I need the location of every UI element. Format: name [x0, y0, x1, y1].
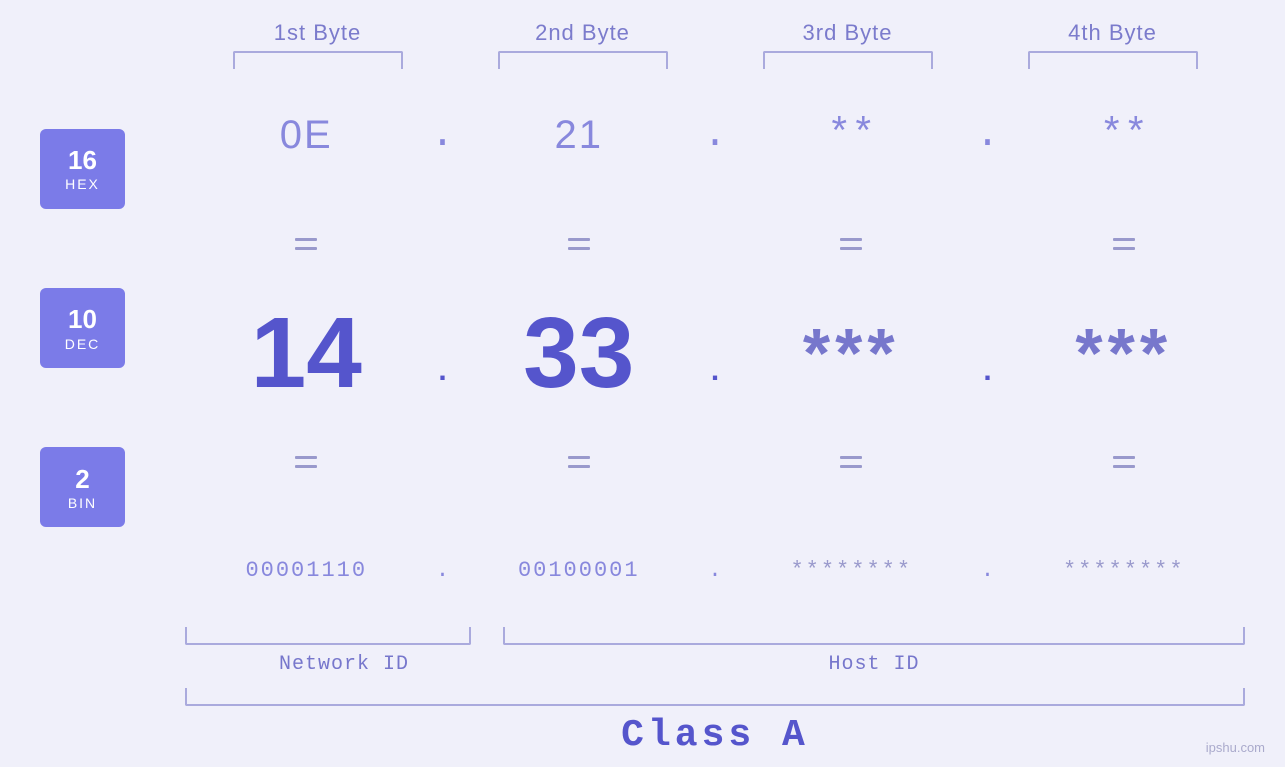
hex-b1-value: 0E: [280, 113, 333, 158]
bin-label: BIN: [68, 495, 97, 511]
network-id-label: Network ID: [185, 653, 503, 676]
hex-dot1: .: [428, 113, 458, 158]
dec-badge: 10 DEC: [40, 288, 125, 368]
hex-dot3: .: [973, 113, 1003, 158]
bottom-brackets: [185, 627, 1245, 645]
eq-sign-5: [295, 453, 317, 471]
bin-dot2: .: [700, 558, 730, 583]
bin-b3-cell: ********: [730, 558, 973, 583]
eq-sign-1: [295, 235, 317, 253]
eq-sign-7: [840, 453, 862, 471]
eq2-b1: [185, 453, 428, 471]
bin-b2-value: 00100001: [518, 558, 640, 583]
dec-b3-value: ***: [803, 313, 900, 393]
eq-sign-6: [568, 453, 590, 471]
byte1-header: 1st Byte: [185, 20, 450, 46]
dec-data-row: 14 . 33 . *** . ***: [185, 296, 1245, 410]
dec-b4-value: ***: [1075, 313, 1172, 393]
dec-b1-value: 14: [251, 303, 362, 403]
eq1-b4: [1003, 235, 1246, 253]
eq-sign-3: [840, 235, 862, 253]
hex-b3-cell: **: [730, 113, 973, 158]
dec-b3-cell: ***: [730, 313, 973, 393]
bin-b1-cell: 00001110: [185, 558, 428, 583]
bin-b4-cell: ********: [1003, 558, 1246, 583]
hex-b2-value: 21: [555, 113, 604, 158]
dec-b2-value: 33: [523, 303, 634, 403]
bin-dot3: .: [973, 558, 1003, 583]
eq1-b3: [730, 235, 973, 253]
eq-row-1: [185, 188, 1245, 302]
hex-label: HEX: [65, 176, 100, 192]
badges-column: 16 HEX 10 DEC 2 BIN: [40, 79, 185, 627]
hex-b4-cell: **: [1003, 113, 1246, 158]
eq2-b4: [1003, 453, 1246, 471]
top-bracket-2: [498, 51, 668, 69]
watermark: ipshu.com: [1206, 740, 1265, 755]
top-bracket-3: [763, 51, 933, 69]
byte-headers: 1st Byte 2nd Byte 3rd Byte 4th Byte: [40, 20, 1245, 46]
hex-b4-value: **: [1100, 113, 1148, 158]
eq1-b1: [185, 235, 428, 253]
class-row: Class A: [185, 714, 1245, 757]
bracket-cell-3: [715, 51, 980, 69]
main-container: 1st Byte 2nd Byte 3rd Byte 4th Byte 16 H…: [0, 0, 1285, 767]
bottom-id-labels: Network ID Host ID: [185, 653, 1245, 676]
dec-dot2: .: [700, 316, 730, 390]
eq1-b2: [458, 235, 701, 253]
bin-data-row: 00001110 . 00100001 . ******** .: [185, 513, 1245, 627]
bin-b3-value: ********: [790, 558, 912, 583]
class-label: Class A: [621, 714, 809, 757]
dec-b1-cell: 14: [185, 303, 428, 403]
dec-dot3: .: [973, 316, 1003, 390]
bin-badge: 2 BIN: [40, 447, 125, 527]
byte3-header: 3rd Byte: [715, 20, 980, 46]
hex-b3-value: **: [827, 113, 875, 158]
bracket-cell-1: [185, 51, 450, 69]
host-id-label: Host ID: [503, 653, 1245, 676]
dec-b2-cell: 33: [458, 303, 701, 403]
dec-dot1: .: [428, 316, 458, 390]
eq-sign-2: [568, 235, 590, 253]
hex-dot2: .: [700, 113, 730, 158]
long-bottom-bracket: [185, 688, 1245, 706]
dec-b4-cell: ***: [1003, 313, 1246, 393]
hex-badge: 16 HEX: [40, 129, 125, 209]
byte2-header: 2nd Byte: [450, 20, 715, 46]
hex-data-row: 0E . 21 . ** . **: [185, 79, 1245, 193]
bin-b2-cell: 00100001: [458, 558, 701, 583]
bracket-cell-2: [450, 51, 715, 69]
host-bracket: [503, 627, 1245, 645]
data-columns: 0E . 21 . ** . **: [185, 79, 1245, 627]
hex-number: 16: [68, 145, 97, 176]
top-bracket-4: [1028, 51, 1198, 69]
eq-row-2: [185, 405, 1245, 519]
bin-b4-value: ********: [1063, 558, 1185, 583]
eq2-b2: [458, 453, 701, 471]
long-bracket-container: [185, 688, 1245, 706]
top-bracket-1: [233, 51, 403, 69]
main-area: 16 HEX 10 DEC 2 BIN 0E .: [40, 79, 1245, 627]
dec-number: 10: [68, 304, 97, 335]
eq-sign-4: [1113, 235, 1135, 253]
bin-dot1: .: [428, 558, 458, 583]
eq-sign-8: [1113, 453, 1135, 471]
eq2-b3: [730, 453, 973, 471]
bottom-section: Network ID Host ID Class A: [40, 627, 1245, 767]
network-bracket: [185, 627, 471, 645]
hex-b1-cell: 0E: [185, 113, 428, 158]
bin-number: 2: [75, 464, 89, 495]
dec-label: DEC: [65, 336, 101, 352]
bracket-cell-4: [980, 51, 1245, 69]
bin-b1-value: 00001110: [245, 558, 367, 583]
hex-b2-cell: 21: [458, 113, 701, 158]
byte4-header: 4th Byte: [980, 20, 1245, 46]
top-bracket-row: [40, 51, 1245, 69]
